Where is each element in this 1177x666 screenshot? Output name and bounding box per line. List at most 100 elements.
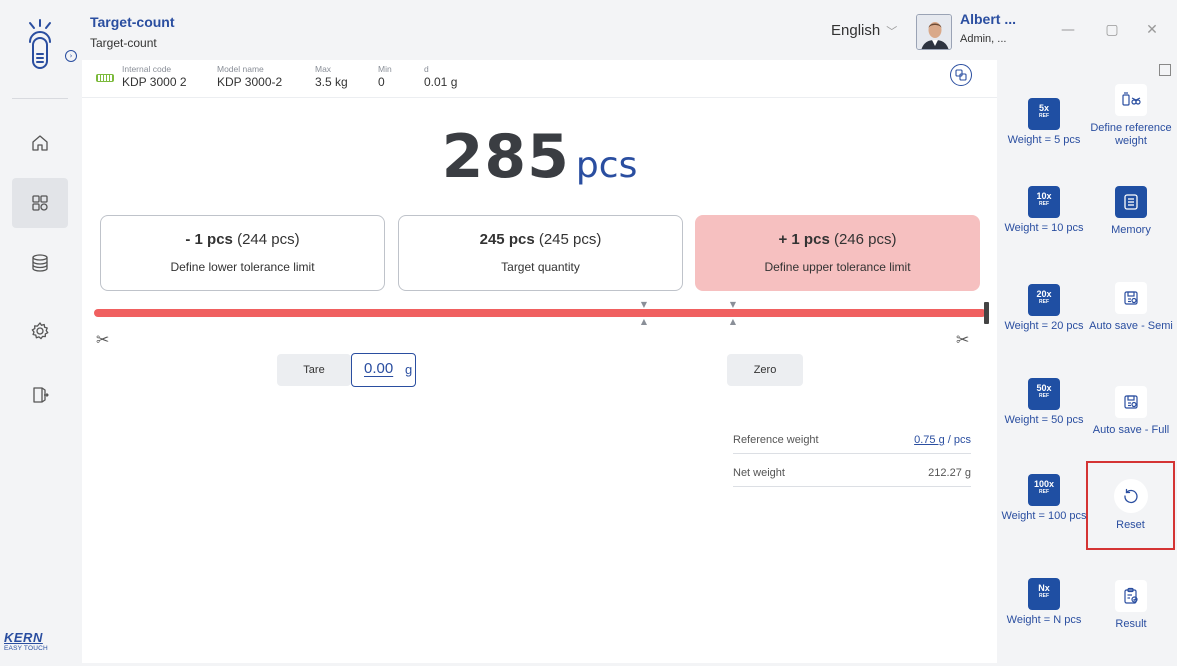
net-weight-label: Net weight	[733, 467, 785, 479]
net-weight-value: 212.27 g	[928, 467, 971, 479]
ref-label: Weight = 100 pcs	[1001, 510, 1087, 522]
tare-value: 0.00	[364, 360, 394, 377]
info-model-name: Model name KDP 3000-2	[217, 64, 282, 89]
target-delta: 245 pcs	[479, 231, 535, 248]
rail-divider	[12, 98, 68, 99]
avatar[interactable]	[916, 14, 952, 50]
scale-info-bar: Internal code KDP 3000 2 Model name KDP …	[82, 60, 997, 98]
nav-apps[interactable]	[12, 178, 68, 228]
language-label: English	[831, 22, 881, 39]
scissors-right-icon: ✂	[956, 330, 970, 349]
ref-5-button[interactable]: 5x REF Weight = 5 pcs	[999, 98, 1089, 147]
page-subtitle: Target-count	[90, 36, 157, 50]
info-value: 3.5 kg	[315, 75, 348, 89]
ref-label: Weight = 5 pcs	[1007, 134, 1081, 146]
reset-button[interactable]: Reset	[1086, 463, 1175, 532]
scissors-left-icon: ✂	[96, 330, 110, 349]
auto-save-semi-button[interactable]: Auto save - Semi	[1086, 282, 1176, 333]
user-photo-icon	[917, 15, 951, 49]
info-max: Max 3.5 kg	[315, 64, 348, 89]
upper-marker-bottom-icon: ▲	[729, 317, 737, 326]
collapse-rail-button[interactable]: ›	[65, 50, 77, 62]
app-window: › KERN EASY TOUCH Target-count Target-co…	[0, 0, 1177, 666]
reference-weight-label: Reference weight	[733, 434, 819, 446]
upper-qty: (246 pcs)	[833, 231, 897, 248]
info-min: Min 0	[378, 64, 392, 89]
lower-qty: (244 pcs)	[237, 231, 300, 248]
database-icon	[32, 254, 48, 272]
maximize-icon[interactable]: ▢	[1102, 22, 1122, 38]
upper-marker-top-icon: ▼	[729, 300, 737, 309]
ref-n-button[interactable]: Nx REF Weight = N pcs	[999, 578, 1089, 627]
ref-badge-icon: 5x REF	[1028, 98, 1060, 130]
copy-icon	[955, 69, 967, 81]
lower-marker-bottom-icon: ▲	[640, 317, 648, 326]
ref-50-button[interactable]: 50x REF Weight = 50 pcs	[999, 378, 1089, 427]
info-label: Model name	[217, 64, 264, 74]
ref-10-button[interactable]: 10x REF Weight = 10 pcs	[999, 186, 1089, 235]
upper-delta: + 1 pcs	[778, 231, 830, 248]
copy-button[interactable]	[950, 64, 972, 86]
ref-badge-icon: 50x REF	[1028, 378, 1060, 410]
memory-button[interactable]: Memory	[1086, 186, 1176, 237]
memory-icon	[1115, 186, 1147, 218]
ref-label: Weight = N pcs	[1006, 614, 1082, 626]
page-title: Target-count	[90, 14, 175, 30]
kern-logo-icon	[29, 19, 51, 69]
brand: KERN EASY TOUCH	[4, 630, 48, 652]
target-quantity-button[interactable]: 245 pcs (245 pcs) Target quantity	[398, 215, 683, 291]
net-weight-row: Net weight 212.27 g	[733, 457, 971, 487]
ref-label: Weight = 50 pcs	[1004, 414, 1084, 426]
tare-input[interactable]: 0.00 g	[351, 353, 416, 387]
function-panel: 5x REF Weight = 5 pcs 10x REF Weight = 10 …	[997, 60, 1177, 666]
minimize-icon[interactable]: —	[1058, 22, 1078, 38]
nav-settings[interactable]	[12, 306, 68, 356]
brand-subtitle: EASY TOUCH	[4, 645, 48, 652]
language-selector[interactable]: English ﹀	[831, 22, 897, 39]
close-icon[interactable]: ✕	[1142, 22, 1162, 38]
home-icon	[32, 135, 48, 151]
reset-icon	[1113, 479, 1148, 513]
auto-save-full-button[interactable]: Auto save - Full	[1086, 386, 1176, 437]
info-d: d 0.01 g	[424, 64, 457, 89]
tare-unit: g	[405, 362, 413, 377]
upper-tolerance-button[interactable]: + 1 pcs (246 pcs) Define upper tolerance…	[695, 215, 980, 291]
gear-icon	[31, 322, 49, 340]
ref-100-button[interactable]: 100x REF Weight = 100 pcs	[999, 474, 1089, 523]
scale-connection-icon	[96, 74, 114, 82]
info-label: Min	[378, 64, 392, 74]
user-role: Admin, ...	[960, 33, 1007, 45]
display-value: 285	[441, 122, 570, 192]
nav-database[interactable]	[12, 238, 68, 288]
brand-name: KERN	[4, 630, 43, 645]
tare-button[interactable]: Tare	[277, 354, 351, 386]
weighing-display: 285 pcs	[82, 122, 997, 192]
info-label: Max	[315, 64, 332, 74]
reference-weight-row: Reference weight 0.75 g / pcs	[733, 424, 971, 454]
tolerance-bar-end	[984, 302, 989, 324]
nav-logout[interactable]	[12, 370, 68, 420]
info-value: 0.01 g	[424, 75, 458, 89]
info-internal-code: Internal code KDP 3000 2	[122, 64, 187, 89]
fn-label: Define reference weight	[1090, 122, 1172, 147]
reset-highlight: Reset	[1086, 461, 1175, 550]
lower-tolerance-button[interactable]: - 1 pcs (244 pcs) Define lower tolerance…	[100, 215, 385, 291]
define-reference-weight-button[interactable]: Define reference weight	[1086, 84, 1176, 148]
ref-20-button[interactable]: 20x REF Weight = 20 pcs	[999, 284, 1089, 333]
reference-weight-value[interactable]: 0.75 g	[914, 434, 945, 446]
info-label: Internal code	[122, 64, 172, 74]
zero-button[interactable]: Zero	[727, 354, 803, 386]
reference-weight-icon	[1115, 84, 1147, 116]
apps-grid-icon	[32, 195, 48, 211]
nav-home[interactable]	[12, 118, 68, 168]
target-qty: (245 pcs)	[538, 231, 602, 248]
tolerance-bar	[94, 309, 986, 317]
fn-label: Auto save - Semi	[1089, 320, 1173, 332]
display-unit: pcs	[575, 145, 638, 186]
lower-marker-top-icon: ▼	[640, 300, 648, 309]
ref-badge-icon: 20x REF	[1028, 284, 1060, 316]
result-button[interactable]: Result	[1086, 580, 1176, 631]
expand-icon[interactable]	[1159, 64, 1171, 76]
ref-label: Weight = 10 pcs	[1004, 222, 1084, 234]
ref-badge-icon: 100x REF	[1028, 474, 1060, 506]
